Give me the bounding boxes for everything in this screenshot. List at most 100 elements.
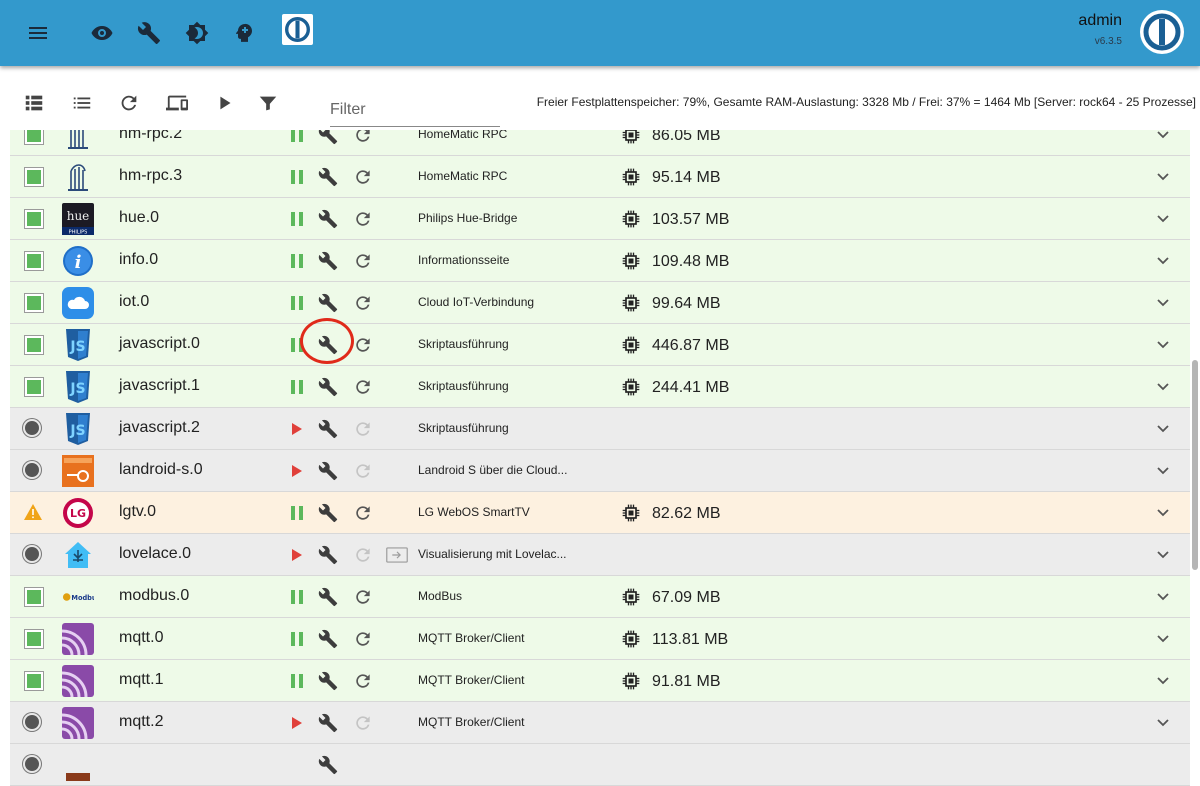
pause-button[interactable] [286, 250, 308, 272]
modbus-adapter-icon: Modbus [62, 581, 94, 613]
detail-view-icon[interactable] [21, 90, 47, 116]
settings-button[interactable] [317, 334, 339, 356]
restart-button[interactable] [352, 628, 374, 650]
list-view-icon[interactable] [69, 90, 95, 116]
js-adapter-icon: JS [62, 329, 94, 361]
restart-button[interactable] [352, 670, 374, 692]
svg-text:i: i [75, 252, 82, 273]
restart-button[interactable] [352, 712, 374, 734]
start-button[interactable] [286, 544, 308, 566]
adapter-row: LG lgtv.0 LG WebOS SmartTV 82.62 MB [10, 492, 1190, 534]
adapter-description: Skriptausführung [418, 379, 509, 393]
mqtt-adapter-icon [62, 665, 94, 697]
status-stopped-icon [25, 463, 39, 477]
expand-chevron-icon[interactable] [1153, 378, 1173, 396]
adapter-description: HomeMatic RPC [418, 169, 508, 183]
expand-chevron-icon[interactable] [1153, 336, 1173, 354]
svg-text:Modbus: Modbus [71, 594, 94, 602]
status-running-icon [25, 378, 43, 396]
pause-button[interactable] [286, 670, 308, 692]
restart-button[interactable] [352, 250, 374, 272]
settings-button[interactable] [317, 250, 339, 272]
settings-button[interactable] [317, 502, 339, 524]
settings-button[interactable] [317, 628, 339, 650]
js-adapter-icon: JS [62, 413, 94, 445]
expand-chevron-icon[interactable] [1153, 294, 1173, 312]
expand-chevron-icon[interactable] [1153, 420, 1173, 438]
expand-chevron-icon[interactable] [1153, 168, 1173, 186]
memory-usage: 99.64 MB [652, 295, 721, 312]
settings-button[interactable] [317, 292, 339, 314]
adapter-name: mqtt.2 [119, 713, 164, 730]
expand-chevron-icon[interactable] [1153, 546, 1173, 564]
settings-button[interactable] [317, 418, 339, 440]
memory-usage: 446.87 MB [652, 337, 730, 354]
open-web-button[interactable] [386, 544, 408, 566]
adapter-name: javascript.1 [119, 377, 200, 394]
eye-icon[interactable] [88, 19, 116, 47]
pause-button[interactable] [286, 586, 308, 608]
version-label: v6.3.5 [1094, 36, 1122, 47]
restart-button[interactable] [352, 502, 374, 524]
start-button[interactable] [286, 712, 308, 734]
expand-chevron-icon[interactable] [1153, 714, 1173, 732]
pause-button[interactable] [286, 628, 308, 650]
filter-icon[interactable] [255, 90, 281, 116]
memory-usage: 113.81 MB [652, 631, 729, 648]
restart-button[interactable] [352, 544, 374, 566]
restart-button[interactable] [352, 166, 374, 188]
pause-button[interactable] [286, 376, 308, 398]
adapter-description: Skriptausführung [418, 337, 509, 351]
settings-button[interactable] [317, 376, 339, 398]
filter-input[interactable] [330, 98, 500, 122]
pause-button[interactable] [286, 292, 308, 314]
head-icon[interactable] [230, 19, 258, 47]
restart-button[interactable] [352, 208, 374, 230]
wrench-icon[interactable] [135, 19, 163, 47]
pause-button[interactable] [286, 208, 308, 230]
pause-button[interactable] [286, 502, 308, 524]
restart-button[interactable] [352, 460, 374, 482]
settings-button[interactable] [317, 460, 339, 482]
pause-button[interactable] [286, 334, 308, 356]
expand-chevron-icon[interactable] [1153, 504, 1173, 522]
brightness-icon[interactable] [183, 19, 211, 47]
expand-chevron-icon[interactable] [1153, 672, 1173, 690]
settings-button[interactable] [317, 754, 339, 776]
settings-button[interactable] [317, 586, 339, 608]
restart-button[interactable] [352, 334, 374, 356]
settings-button[interactable] [317, 712, 339, 734]
devices-icon[interactable] [164, 90, 190, 116]
start-button[interactable] [286, 460, 308, 482]
restart-button[interactable] [352, 418, 374, 440]
adapter-description: MQTT Broker/Client [418, 631, 525, 645]
play-all-icon[interactable] [212, 90, 238, 116]
adapter-row: mqtt.2 MQTT Broker/Client [10, 702, 1190, 744]
adapter-description: MQTT Broker/Client [418, 673, 525, 687]
iobroker-logo[interactable] [1140, 10, 1184, 54]
refresh-icon[interactable] [116, 90, 142, 116]
settings-button[interactable] [317, 208, 339, 230]
adapter-name: lgtv.0 [119, 503, 157, 520]
start-button[interactable] [286, 418, 308, 440]
expand-chevron-icon[interactable] [1153, 462, 1173, 480]
adapter-row: hm-rpc.3 HomeMatic RPC 95.14 MB [10, 156, 1190, 198]
restart-button[interactable] [352, 376, 374, 398]
settings-button[interactable] [317, 670, 339, 692]
restart-button[interactable] [352, 586, 374, 608]
adapter-name: javascript.2 [119, 419, 200, 436]
restart-button[interactable] [352, 292, 374, 314]
adapter-name: mqtt.1 [119, 671, 164, 688]
scrollbar[interactable] [1192, 360, 1198, 570]
expand-chevron-icon[interactable] [1153, 588, 1173, 606]
iobroker-logo-small[interactable] [282, 14, 313, 45]
menu-icon[interactable] [24, 19, 52, 47]
expand-chevron-icon[interactable] [1153, 252, 1173, 270]
pause-button[interactable] [286, 166, 308, 188]
expand-chevron-icon[interactable] [1153, 210, 1173, 228]
settings-button[interactable] [317, 166, 339, 188]
adapter-description: Visualisierung mit Lovelac... [418, 547, 567, 561]
adapter-description: Landroid S über die Cloud... [418, 463, 568, 477]
settings-button[interactable] [317, 544, 339, 566]
expand-chevron-icon[interactable] [1153, 630, 1173, 648]
